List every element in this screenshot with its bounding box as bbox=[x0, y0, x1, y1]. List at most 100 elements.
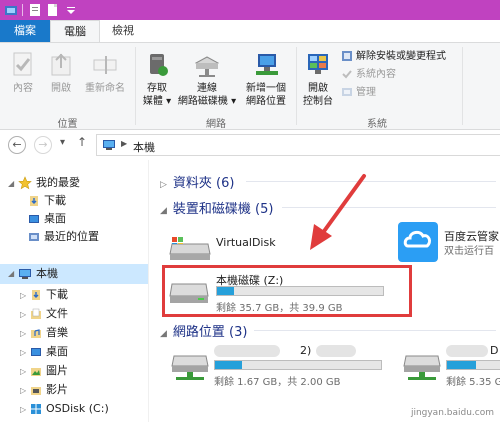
baidu-subtext: 双击运行百 bbox=[444, 246, 494, 257]
map-network-drive-button[interactable]: 連線 網路磁碟機 ▾ bbox=[177, 51, 237, 108]
ribbon-group-divider bbox=[135, 47, 136, 125]
drive-icon bbox=[169, 237, 211, 260]
access-media-button[interactable]: 存取 媒體 ▾ bbox=[140, 51, 174, 108]
redacted-drive-name bbox=[214, 345, 280, 357]
uninstall-icon bbox=[342, 51, 352, 61]
network-drive-1-usage-bar bbox=[214, 360, 382, 370]
properties-checkmark-icon bbox=[13, 52, 32, 76]
nav-fav-desktop[interactable]: 桌面 bbox=[28, 210, 66, 228]
nav-selection-highlight bbox=[0, 264, 148, 284]
title-bar bbox=[0, 0, 500, 20]
network-location-icon bbox=[256, 54, 278, 75]
network-drive-2-name-fragment: D bbox=[490, 344, 499, 357]
nav-fav-recent-label: 最近的位置 bbox=[44, 230, 99, 243]
network-drive-icon bbox=[403, 355, 441, 380]
section-devices[interactable]: ◢ 裝置和磁碟機 (5) bbox=[160, 198, 273, 217]
nav-favorites[interactable]: 我的最愛 bbox=[18, 174, 80, 192]
system-properties-button[interactable]: 系統內容 bbox=[341, 67, 396, 83]
system-group-label: 系統 bbox=[367, 119, 387, 130]
recent-places-icon bbox=[29, 233, 39, 241]
computer-icon bbox=[103, 140, 115, 150]
pane-splitter[interactable] bbox=[148, 160, 149, 422]
ribbon-tabs: 檔案 電腦 檢視 bbox=[0, 20, 500, 42]
recent-locations-dropdown-icon[interactable]: ▾ bbox=[60, 137, 65, 148]
nav-fav-recent[interactable]: 最近的位置 bbox=[28, 228, 99, 246]
network-drive-icon bbox=[194, 56, 220, 77]
tab-file[interactable]: 檔案 bbox=[0, 20, 50, 42]
system-properties-checkmark-icon bbox=[342, 70, 352, 79]
add-network-location-button[interactable]: 新增一個 網路位置 bbox=[241, 51, 291, 108]
properties-label: 內容 bbox=[13, 83, 33, 94]
add-location-label-2: 網路位置 bbox=[246, 96, 286, 107]
address-bar[interactable]: ▶ 本機 bbox=[96, 134, 500, 156]
network-drive-1-item[interactable]: 2) 剩餘 1.67 GB，共 2.00 GB bbox=[166, 342, 398, 388]
section-folders[interactable]: ▷ 資料夾 (6) bbox=[160, 172, 234, 191]
tab-computer[interactable]: 電腦 bbox=[50, 20, 100, 42]
manage-label: 管理 bbox=[356, 87, 376, 98]
section-network-locations[interactable]: ◢ 網路位置 (3) bbox=[160, 321, 247, 340]
nav-fav-downloads-label: 下載 bbox=[44, 194, 66, 207]
baidu-cloud-icon bbox=[398, 222, 438, 262]
open-button[interactable]: 開啟 bbox=[44, 51, 78, 95]
favorites-collapse-icon[interactable]: ◢ bbox=[8, 179, 14, 188]
section-devices-title: 裝置和磁碟機 (5) bbox=[172, 202, 274, 217]
ribbon-group-divider bbox=[462, 47, 463, 125]
breadcrumb-this-pc[interactable]: 本機 bbox=[133, 139, 155, 155]
media-server-icon bbox=[150, 54, 168, 76]
section-divider bbox=[254, 330, 496, 331]
nav-favorites-label: 我的最愛 bbox=[36, 176, 80, 189]
add-location-label-1: 新增一個 bbox=[246, 83, 286, 94]
nav-fav-downloads[interactable]: 下載 bbox=[28, 192, 66, 210]
explorer-window: 檔案 電腦 檢視 內容 開啟 重新命名 位置 存取 媒體 ▾ 連線 網路磁碟機 … bbox=[0, 0, 500, 422]
network-drive-1-name-fragment: 2) bbox=[300, 344, 312, 357]
network-drive-2-free-space: 剩餘 5.35 G bbox=[446, 377, 500, 388]
network-drive-2-usage-fill bbox=[447, 361, 477, 369]
new-folder-quick-icon[interactable] bbox=[46, 3, 60, 17]
manage-icon bbox=[342, 88, 352, 96]
manage-button[interactable]: 管理 bbox=[341, 85, 376, 101]
properties-button[interactable]: 內容 bbox=[6, 51, 40, 95]
collapse-icon: ◢ bbox=[160, 206, 167, 216]
tab-view[interactable]: 檢視 bbox=[100, 20, 146, 42]
section-network-title: 網路位置 (3) bbox=[172, 325, 248, 340]
rename-icon bbox=[93, 56, 117, 74]
rename-label: 重新命名 bbox=[85, 83, 125, 94]
star-icon bbox=[18, 176, 32, 190]
forward-button[interactable]: → bbox=[34, 136, 52, 154]
up-arrow-icon[interactable]: ↑ bbox=[77, 135, 87, 149]
back-button[interactable]: ← bbox=[8, 136, 26, 154]
open-control-panel-button[interactable]: 開啟 控制台 bbox=[300, 51, 336, 108]
desktop-icon bbox=[29, 215, 39, 223]
control-panel-label-1: 開啟 bbox=[308, 83, 328, 94]
window-app-icon bbox=[5, 6, 17, 15]
network-drive-2-item[interactable]: D 剩餘 5.35 G bbox=[400, 342, 500, 388]
quick-access-separator bbox=[22, 4, 23, 16]
uninstall-program-button[interactable]: 解除安裝或變更程式 bbox=[341, 49, 446, 65]
access-media-dropdown-icon: ▾ bbox=[162, 96, 172, 107]
open-folder-icon bbox=[51, 53, 71, 76]
ribbon-body: 內容 開啟 重新命名 位置 存取 媒體 ▾ 連線 網路磁碟機 ▾ 新增一個 網路… bbox=[0, 42, 500, 130]
system-properties-label: 系統內容 bbox=[356, 69, 396, 80]
address-row: ← → ▾ ↑ ▶ 本機 bbox=[0, 130, 500, 160]
properties-quick-icon[interactable] bbox=[28, 3, 42, 17]
virtualdisk-item[interactable]: VirtualDisk bbox=[168, 232, 308, 262]
redacted-drive-name bbox=[316, 345, 356, 357]
location-group-label: 位置 bbox=[57, 119, 78, 130]
open-label: 開啟 bbox=[51, 83, 71, 94]
rename-button[interactable]: 重新命名 bbox=[80, 51, 130, 95]
expand-icon: ▷ bbox=[160, 180, 167, 190]
virtualdisk-name: VirtualDisk bbox=[216, 236, 276, 249]
customize-quick-access-icon[interactable] bbox=[64, 3, 78, 17]
navigation-pane: ◢ 我的最愛 下載 桌面 最近的位置 bbox=[0, 160, 148, 422]
redacted-drive-name bbox=[446, 345, 488, 357]
annotation-highlight-box bbox=[162, 265, 412, 317]
network-drive-icon bbox=[171, 355, 209, 380]
breadcrumb-chevron-icon[interactable]: ▶ bbox=[121, 139, 127, 148]
map-drive-label-1: 連線 bbox=[197, 83, 217, 94]
forward-arrow-icon: → bbox=[38, 138, 48, 151]
baidu-cloud-item[interactable]: 百度云管家 双击运行百 bbox=[398, 220, 500, 264]
ribbon-group-divider bbox=[296, 47, 297, 125]
downloads-folder-icon bbox=[30, 196, 38, 206]
network-drive-1-free-space: 剩餘 1.67 GB，共 2.00 GB bbox=[214, 377, 341, 388]
map-drive-dropdown-icon: ▾ bbox=[227, 96, 237, 107]
